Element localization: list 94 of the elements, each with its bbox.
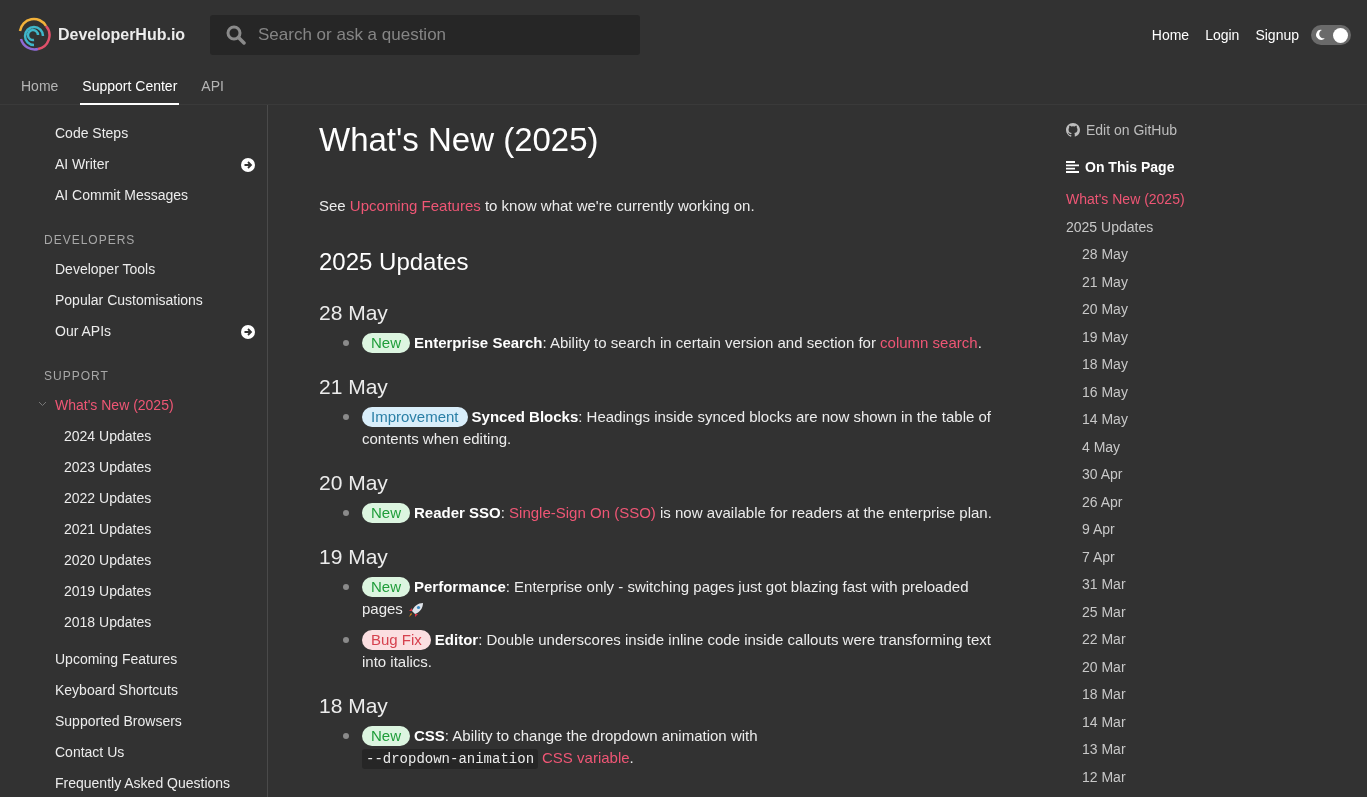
nav-link[interactable]: Home bbox=[1151, 24, 1190, 46]
date-heading: 20 May bbox=[319, 469, 389, 496]
sidebar-item[interactable]: 2019 Updates bbox=[0, 581, 152, 602]
date-heading: 19 May bbox=[319, 543, 389, 570]
toc-link[interactable]: 16 May bbox=[1066, 382, 1367, 410]
sidebar-item[interactable]: Contact Us bbox=[0, 742, 125, 763]
sidebar-item[interactable]: Developer Tools bbox=[0, 259, 156, 280]
entry-text: Bug Fix Editor: Double underscores inside inline code inside callouts were transforming text into italics. bbox=[362, 628, 992, 672]
toc-heading: On This Page bbox=[1085, 157, 1175, 177]
date-heading: 21 May bbox=[319, 373, 389, 400]
sidebar-item[interactable]: Supported Browsers bbox=[0, 711, 182, 732]
inline-code: --dropdown-animation bbox=[362, 748, 539, 769]
section-heading: DEVELOPERS bbox=[43, 232, 137, 249]
bullet-icon bbox=[343, 413, 349, 420]
date-heading: 18 May bbox=[319, 692, 389, 719]
toc-link[interactable]: 2025 Updates bbox=[1066, 217, 1367, 245]
toc-link[interactable]: 14 Mar bbox=[1066, 712, 1367, 740]
sidebar-item[interactable]: 2021 Updates bbox=[0, 519, 152, 540]
tag: Improvement bbox=[362, 406, 468, 427]
date-heading: 28 May bbox=[319, 299, 389, 326]
search-icon bbox=[226, 25, 246, 45]
logo-icon bbox=[16, 17, 52, 53]
bullet-icon bbox=[343, 339, 349, 346]
toc-link[interactable]: 21 May bbox=[1066, 272, 1367, 300]
nav-link[interactable]: Signup bbox=[1255, 24, 1299, 46]
nav-link[interactable]: Login bbox=[1205, 24, 1240, 46]
sidebar-item[interactable]: 2022 Updates bbox=[0, 488, 152, 509]
link[interactable]: Single-Sign On (SSO) bbox=[509, 503, 656, 521]
list-icon bbox=[1066, 161, 1079, 173]
toc-link[interactable]: 19 May bbox=[1066, 327, 1367, 355]
sidebar-item[interactable]: Frequently Asked Questions bbox=[0, 773, 231, 794]
bullet-icon bbox=[343, 583, 349, 590]
tag: Bug Fix bbox=[362, 629, 431, 650]
bullet-icon bbox=[343, 509, 349, 516]
toc-link[interactable]: 14 May bbox=[1066, 410, 1367, 438]
toc-link[interactable]: 31 Mar bbox=[1066, 575, 1367, 603]
toc-link[interactable]: 18 May bbox=[1066, 355, 1367, 383]
toc-link[interactable]: 20 May bbox=[1066, 300, 1367, 328]
sidebar-item[interactable]: Popular Customisations bbox=[0, 290, 203, 311]
toc-link[interactable]: 18 Mar bbox=[1066, 685, 1367, 713]
tag: New bbox=[362, 502, 410, 523]
toc-link[interactable]: 28 May bbox=[1066, 245, 1367, 273]
tab[interactable]: Support Center bbox=[80, 70, 180, 105]
tab[interactable]: Home bbox=[19, 70, 61, 105]
toc-link[interactable]: 4 May bbox=[1066, 437, 1367, 465]
page-title: What's New (2025) bbox=[319, 120, 600, 160]
entry-text: New Enterprise Search: Ability to search in certain version and section for column search. bbox=[362, 331, 998, 354]
rocket-icon bbox=[406, 600, 425, 619]
link[interactable]: CSS variable bbox=[542, 748, 630, 766]
moon-icon bbox=[1314, 29, 1326, 41]
sidebar-item[interactable]: 2023 Updates bbox=[0, 457, 152, 478]
toc-link[interactable]: 7 Apr bbox=[1066, 547, 1367, 575]
arrow-circle-icon[interactable] bbox=[241, 157, 255, 172]
intro-text: See Upcoming Features to know what we're currently working on. bbox=[319, 196, 756, 216]
github-icon bbox=[1066, 123, 1080, 137]
edit-link[interactable]: Edit on GitHub bbox=[1086, 119, 1178, 141]
toc-link[interactable]: 20 Mar bbox=[1066, 657, 1367, 685]
bullet-icon bbox=[343, 732, 349, 739]
link[interactable]: Upcoming Features bbox=[349, 197, 481, 214]
link[interactable]: column search bbox=[880, 333, 978, 351]
bullet-icon bbox=[343, 636, 349, 643]
sidebar-item[interactable]: Code Steps bbox=[0, 123, 129, 144]
toc-link[interactable]: 12 Mar bbox=[1066, 767, 1367, 795]
sidebar-item[interactable]: 2018 Updates bbox=[0, 612, 152, 633]
section-title: 2025 Updates bbox=[319, 246, 470, 277]
tab[interactable]: API bbox=[199, 70, 226, 105]
sidebar-item[interactable]: 2024 Updates bbox=[0, 426, 152, 447]
toc-link[interactable]: What's New (2025) bbox=[1066, 190, 1367, 218]
chevron-down-icon[interactable] bbox=[38, 399, 47, 408]
entry-text: Improvement Synced Blocks: Headings inside synced blocks are now shown in the table of contents when editing. bbox=[362, 405, 992, 449]
sidebar-item[interactable]: Upcoming Features bbox=[0, 649, 178, 670]
toc-link[interactable]: 25 Mar bbox=[1066, 602, 1367, 630]
toc-link[interactable]: 9 Apr bbox=[1066, 520, 1367, 548]
toc-link[interactable]: 26 Apr bbox=[1066, 492, 1367, 520]
sidebar-item[interactable]: Our APIs bbox=[0, 321, 112, 342]
tag: New bbox=[362, 725, 410, 746]
sidebar-item[interactable]: Keyboard Shortcuts bbox=[0, 680, 178, 701]
sidebar-item[interactable]: 2020 Updates bbox=[0, 550, 152, 571]
toc-link[interactable]: 22 Mar bbox=[1066, 630, 1367, 658]
sidebar-item[interactable]: What's New (2025) bbox=[0, 395, 174, 416]
sidebar-item[interactable]: AI Commit Messages bbox=[0, 185, 189, 206]
toc-link[interactable]: 30 Apr bbox=[1066, 465, 1367, 493]
sidebar-item[interactable]: AI Writer bbox=[0, 154, 110, 175]
toc-link[interactable]: 13 Mar bbox=[1066, 740, 1367, 768]
tag: New bbox=[362, 576, 410, 597]
entry-text: New CSS: Ability to change the dropdown animation with --dropdown-animation CSS variable. bbox=[362, 724, 998, 770]
theme-toggle[interactable] bbox=[1311, 25, 1351, 45]
entry-text: New Reader SSO: Single-Sign On (SSO) is now available for readers at the enterprise plan. bbox=[362, 501, 998, 524]
entry-text: New Performance: Enterprise only - switching pages just got blazing fast with preloaded pages bbox=[362, 575, 970, 620]
section-heading: SUPPORT bbox=[43, 368, 110, 385]
arrow-circle-icon[interactable] bbox=[241, 324, 255, 339]
tag: New bbox=[362, 332, 410, 353]
search-field[interactable]: Search or ask a question bbox=[210, 15, 640, 55]
logo-text[interactable]: DeveloperHub.io bbox=[58, 23, 186, 47]
